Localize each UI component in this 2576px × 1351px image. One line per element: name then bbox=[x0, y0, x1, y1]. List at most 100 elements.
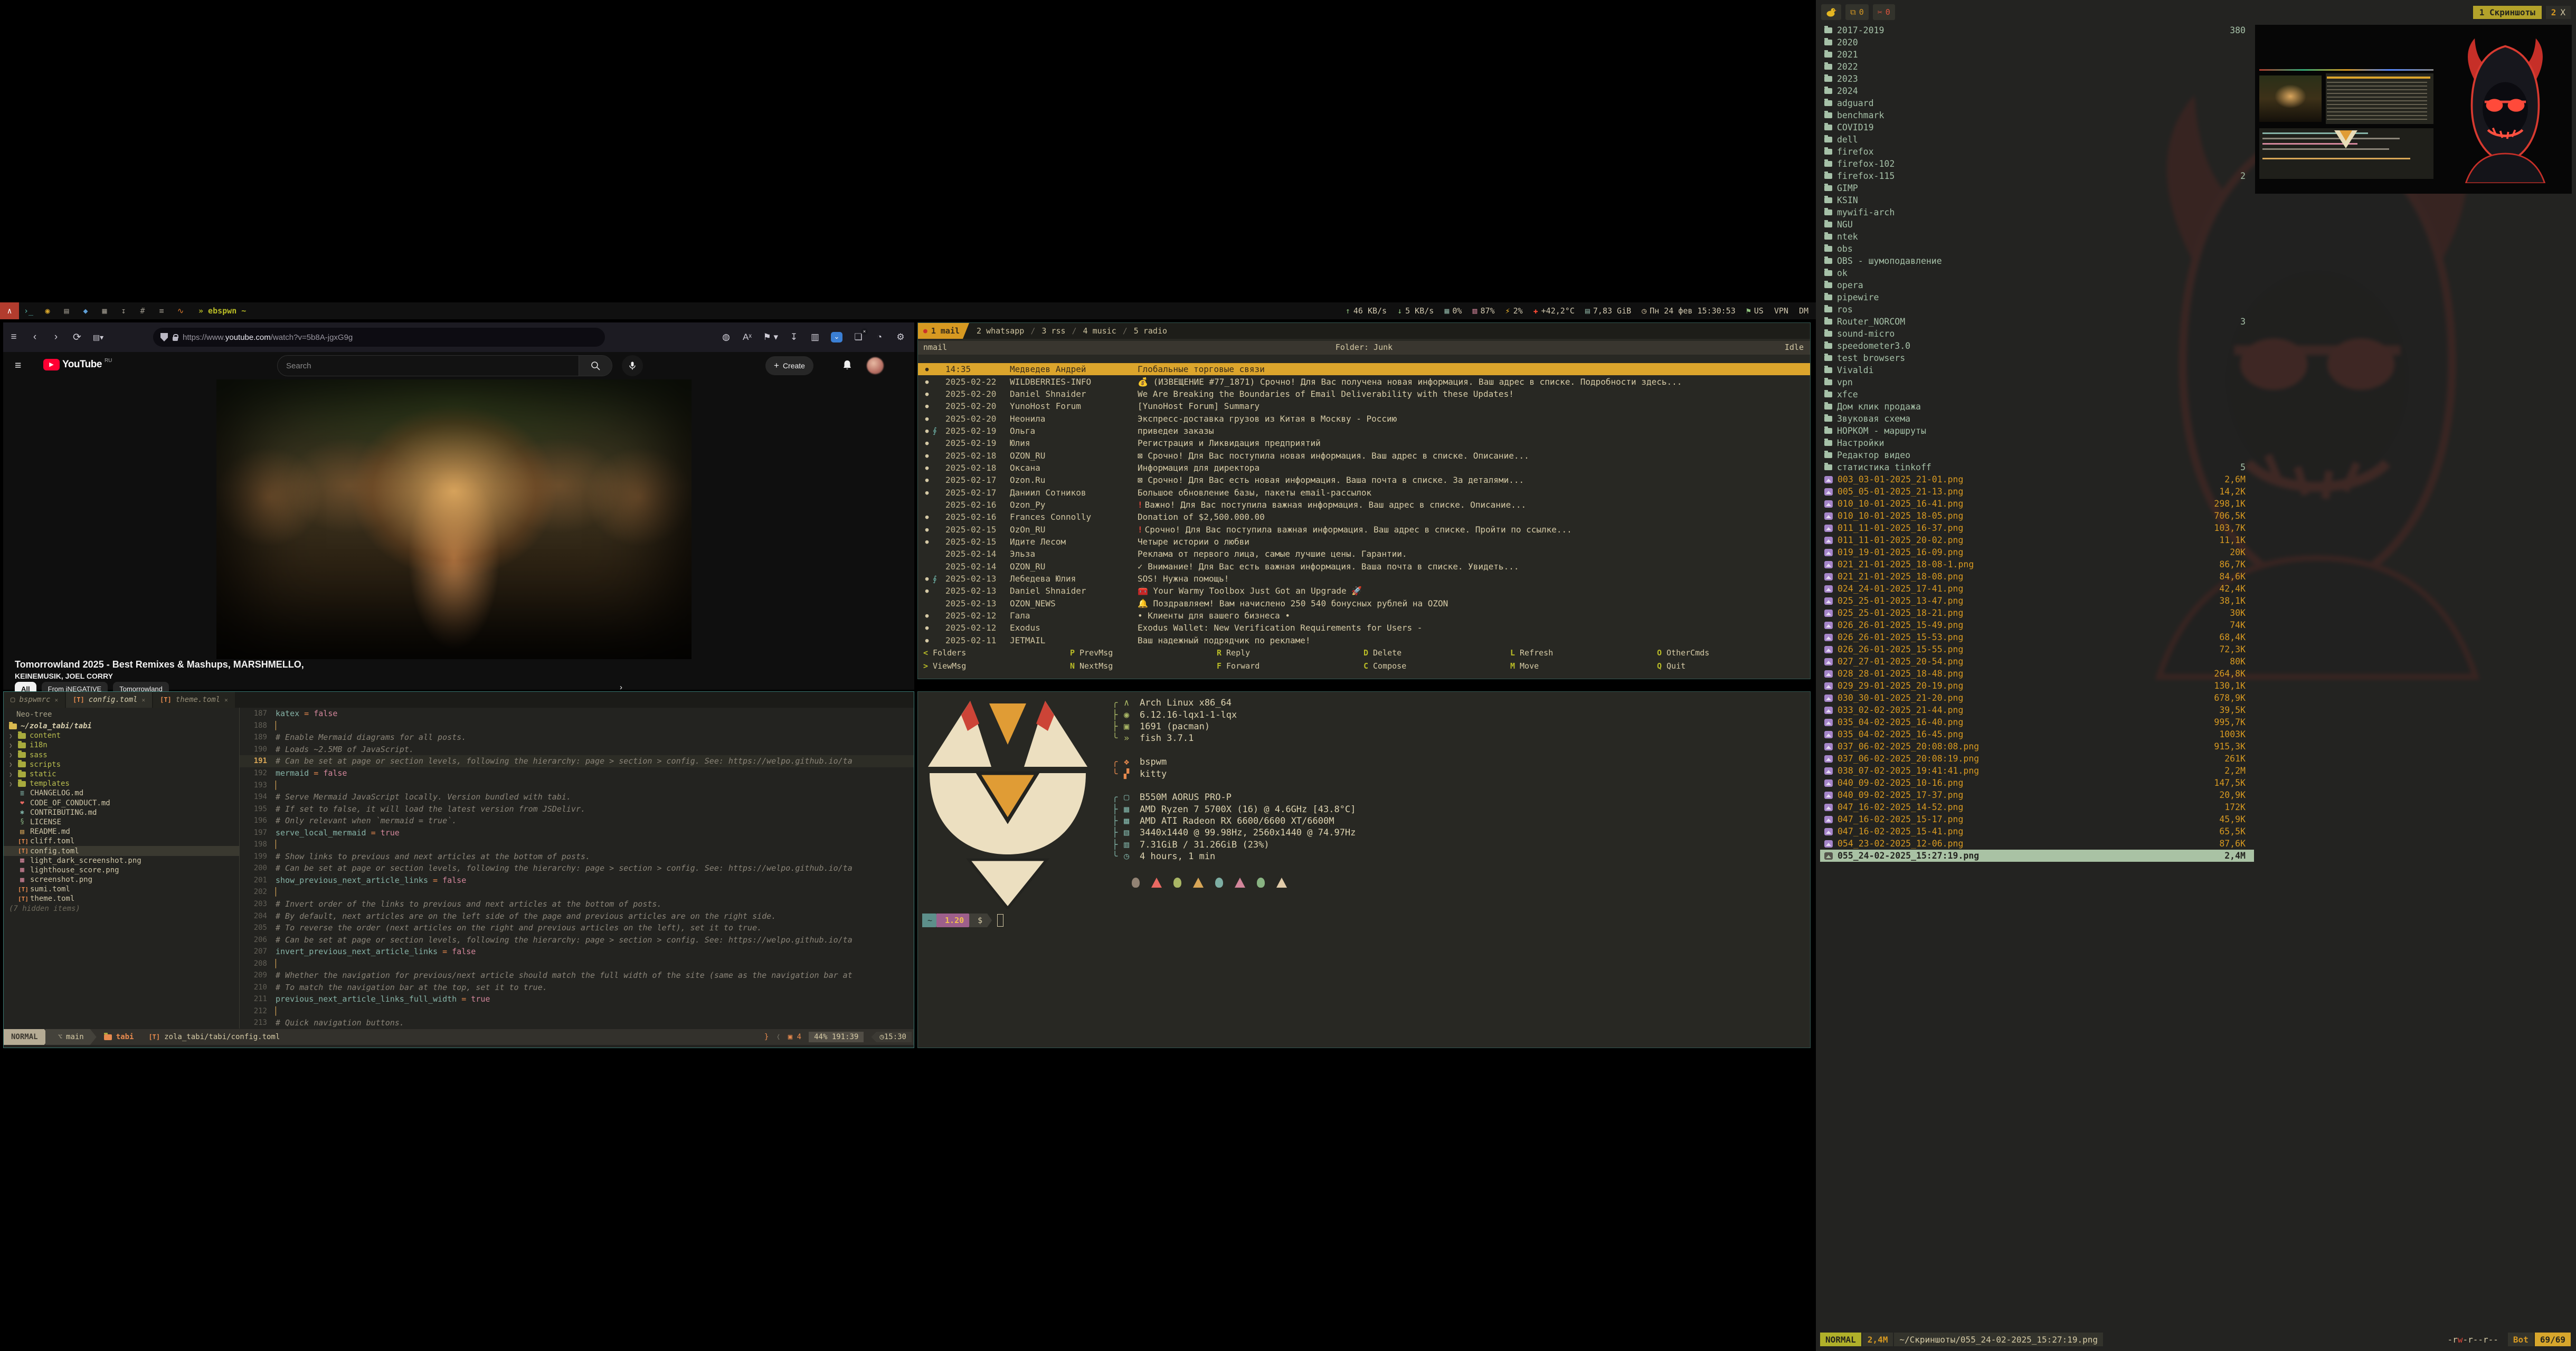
workspace-switcher[interactable]: ∧›_◉▤◆▦↧#≡∿ bbox=[0, 302, 190, 319]
dir-row[interactable]: COVID19 bbox=[1820, 121, 2254, 134]
email-row[interactable]: 2025-02-13OZON_NEWS🔔 Поздравляем! Вам на… bbox=[918, 597, 1810, 610]
youtube-logo[interactable]: ▶ YouTube RU bbox=[43, 359, 112, 370]
screenshot-icon[interactable]: ❏× bbox=[853, 332, 864, 342]
menu-item-folders[interactable]: <Folders bbox=[923, 648, 1070, 661]
pocket-icon[interactable]: ⌄ bbox=[831, 332, 842, 342]
file-row[interactable]: 027_27-01-2025_20-54.png80K bbox=[1820, 655, 2254, 668]
email-row[interactable]: 2025-02-14OZON_RU✓ Внимание! Для Вас ест… bbox=[918, 560, 1810, 573]
file-row[interactable]: 011_11-01-2025_16-37.png103,7K bbox=[1820, 522, 2254, 534]
dir-row[interactable]: 2020 bbox=[1820, 36, 2254, 49]
search-input[interactable] bbox=[278, 361, 579, 370]
chevron-right-icon[interactable]: › bbox=[620, 683, 622, 692]
tree-item-dir[interactable]: ❯i18n bbox=[4, 740, 239, 750]
code-line[interactable]: 190# Loads ~2.5MB of JavaScript. bbox=[240, 744, 914, 756]
code-line[interactable]: 210# To match the navigation bar at the … bbox=[240, 982, 914, 994]
dir-row[interactable]: test browsers bbox=[1820, 352, 2254, 364]
shell-prompt[interactable]: ~ 1.20 $ bbox=[922, 914, 1003, 927]
code-line[interactable]: 213# Quick navigation buttons. bbox=[240, 1017, 914, 1029]
avatar[interactable] bbox=[867, 357, 884, 374]
file-row[interactable]: 055_24-02-2025_15:27:19.png2,4M bbox=[1820, 850, 2254, 862]
dir-row[interactable]: 2022 bbox=[1820, 61, 2254, 73]
file-row[interactable]: 024_24-01-2025_17-41.png42,4K bbox=[1820, 583, 2254, 595]
tmux-tab[interactable]: 3 rss bbox=[1041, 326, 1065, 336]
dir-row[interactable]: vpn bbox=[1820, 376, 2254, 388]
tree-item-file[interactable]: ▦screenshot.png bbox=[4, 875, 239, 884]
dir-row[interactable]: benchmark bbox=[1820, 109, 2254, 121]
tree-item-dir[interactable]: ❯sass bbox=[4, 750, 239, 760]
dir-row[interactable]: mywifi-arch bbox=[1820, 206, 2254, 218]
menu-item-compose[interactable]: CCompose bbox=[1363, 661, 1510, 674]
code-line[interactable]: 189# Enable Mermaid diagrams for all pos… bbox=[240, 731, 914, 744]
email-row[interactable]: ●∮2025-02-13Лебедева ЮлияSOS! Нужна помо… bbox=[918, 573, 1810, 585]
file-row[interactable]: 035_04-02-2025_16-45.png1003K bbox=[1820, 728, 2254, 740]
email-row[interactable]: ● 2025-02-18OZON_RU⊠ Срочно! Для Вас пос… bbox=[918, 449, 1810, 461]
dir-row[interactable]: GIMP bbox=[1820, 182, 2254, 194]
workspace-files[interactable]: ▤ bbox=[57, 302, 76, 319]
code-line[interactable]: 187katex = false bbox=[240, 708, 914, 720]
code-line[interactable]: 199# Show links to previous and next art… bbox=[240, 851, 914, 863]
code-line[interactable]: 207invert_previous_next_article_links = … bbox=[240, 946, 914, 958]
email-row[interactable]: ● 2025-02-19ЮлияРегистрация и Ликвидация… bbox=[918, 437, 1810, 449]
library-icon[interactable]: ▥ bbox=[810, 332, 820, 342]
tab-screenshots[interactable]: 1 Скриншоты bbox=[2473, 6, 2542, 19]
menu-item-nextmsg[interactable]: NNextMsg bbox=[1070, 661, 1217, 674]
file-row[interactable]: 026_26-01-2025_15-53.png68,4K bbox=[1820, 631, 2254, 643]
dir-row[interactable]: KSIN bbox=[1820, 194, 2254, 206]
file-row[interactable]: 035_04-02-2025_16-40.png995,7K bbox=[1820, 716, 2254, 728]
code-line[interactable]: 212▏ bbox=[240, 1005, 914, 1017]
menu-item-refresh[interactable]: LRefresh bbox=[1510, 648, 1657, 661]
tracking-protection-icon[interactable] bbox=[160, 333, 168, 341]
workspace-github[interactable]: ◉ bbox=[38, 302, 57, 319]
code-line[interactable]: 194# Serve Mermaid JavaScript locally. V… bbox=[240, 791, 914, 803]
file-row[interactable]: 021_21-01-2025_18-08.png84,6K bbox=[1820, 570, 2254, 583]
tree-item-file[interactable]: [T]config.toml bbox=[4, 846, 239, 855]
email-row[interactable]: ● 14:35Медведев АндрейГлобальные торговы… bbox=[918, 363, 1810, 375]
file-row[interactable]: 054_23-02-2025_12-06.png87,6K bbox=[1820, 838, 2254, 850]
tree-item-file[interactable]: [T]cliff.toml bbox=[4, 836, 239, 846]
file-row[interactable]: 029_29-01-2025_20-19.png130,1K bbox=[1820, 680, 2254, 692]
youtube-menu-icon[interactable]: ≡ bbox=[15, 359, 21, 372]
email-row[interactable]: ● 2025-02-20YunoHost Forum[YunoHost Foru… bbox=[918, 400, 1810, 412]
dir-row[interactable]: xfce bbox=[1820, 388, 2254, 401]
workspace-activity[interactable]: ∿ bbox=[171, 302, 190, 319]
code-line[interactable]: 208▏ bbox=[240, 957, 914, 969]
dir-row[interactable]: Vivaldi bbox=[1820, 364, 2254, 376]
menu-item-quit[interactable]: QQuit bbox=[1657, 661, 1804, 674]
email-row[interactable]: 2025-02-14ЭльзаРеклама от первого лица, … bbox=[918, 548, 1810, 560]
dir-row[interactable]: obs bbox=[1820, 243, 2254, 255]
dir-row[interactable]: firefox-102 bbox=[1820, 158, 2254, 170]
file-row[interactable]: 040_09-02-2025_10-16.png147,5K bbox=[1820, 777, 2254, 789]
dir-row[interactable]: firefox-1152 bbox=[1820, 170, 2254, 182]
tree-item-dir[interactable]: ❯static bbox=[4, 769, 239, 779]
tree-item-dir[interactable]: ❯scripts bbox=[4, 760, 239, 769]
file-row[interactable]: 019_19-01-2025_16-09.png20K bbox=[1820, 546, 2254, 558]
dir-row[interactable]: Настройки bbox=[1820, 437, 2254, 449]
dir-row[interactable]: 2024 bbox=[1820, 85, 2254, 97]
tmux-tab[interactable]: 2 whatsapp bbox=[977, 326, 1024, 336]
dir-row[interactable]: firefox bbox=[1820, 146, 2254, 158]
code-line[interactable]: 188▏ bbox=[240, 720, 914, 732]
file-row[interactable]: 030_30-01-2025_21-20.png678,9K bbox=[1820, 692, 2254, 704]
file-row[interactable]: 047_16-02-2025_14-52.png172K bbox=[1820, 801, 2254, 813]
url-text[interactable]: https://www.youtube.com/watch?v=5b8A-jgx… bbox=[183, 333, 353, 342]
file-row[interactable]: 010_10-01-2025_16-41.png298,1K bbox=[1820, 498, 2254, 510]
tree-item-file[interactable]: [T]theme.toml bbox=[4, 894, 239, 903]
file-row[interactable]: 033_02-02-2025_21-44.png39,5K bbox=[1820, 704, 2254, 716]
workspace-grid[interactable]: ▦ bbox=[95, 302, 114, 319]
email-row[interactable]: ●∮2025-02-19Ольгаприведеи заказы bbox=[918, 425, 1810, 437]
workspace-chat[interactable]: ◆ bbox=[76, 302, 95, 319]
notifications-button[interactable] bbox=[841, 359, 853, 371]
tmux-tab[interactable]: 4 music bbox=[1083, 326, 1116, 336]
tmux-tab[interactable]: 5 radio bbox=[1134, 326, 1167, 336]
voice-search-button[interactable] bbox=[622, 355, 643, 376]
code-line[interactable]: 191# Can be set at page or section level… bbox=[240, 755, 914, 767]
email-row[interactable]: ● 2025-02-16Frances ConnollyDonation of … bbox=[918, 511, 1810, 523]
tree-item-file[interactable]: §LICENSE bbox=[4, 817, 239, 827]
menu-item-reply[interactable]: RReply bbox=[1217, 648, 1363, 661]
email-row[interactable]: ● 2025-02-15OzOn_RU!Срочно! Для Вас пост… bbox=[918, 523, 1810, 535]
dir-row[interactable]: 2023 bbox=[1820, 73, 2254, 85]
code-line[interactable]: 193▏ bbox=[240, 779, 914, 791]
url-bar[interactable]: https://www.youtube.com/watch?v=5b8A-jgx… bbox=[153, 328, 605, 347]
tree-item-file[interactable]: ❤CODE_OF_CONDUCT.md bbox=[4, 798, 239, 808]
code-line[interactable]: 203# Invert order of the links to previo… bbox=[240, 898, 914, 910]
